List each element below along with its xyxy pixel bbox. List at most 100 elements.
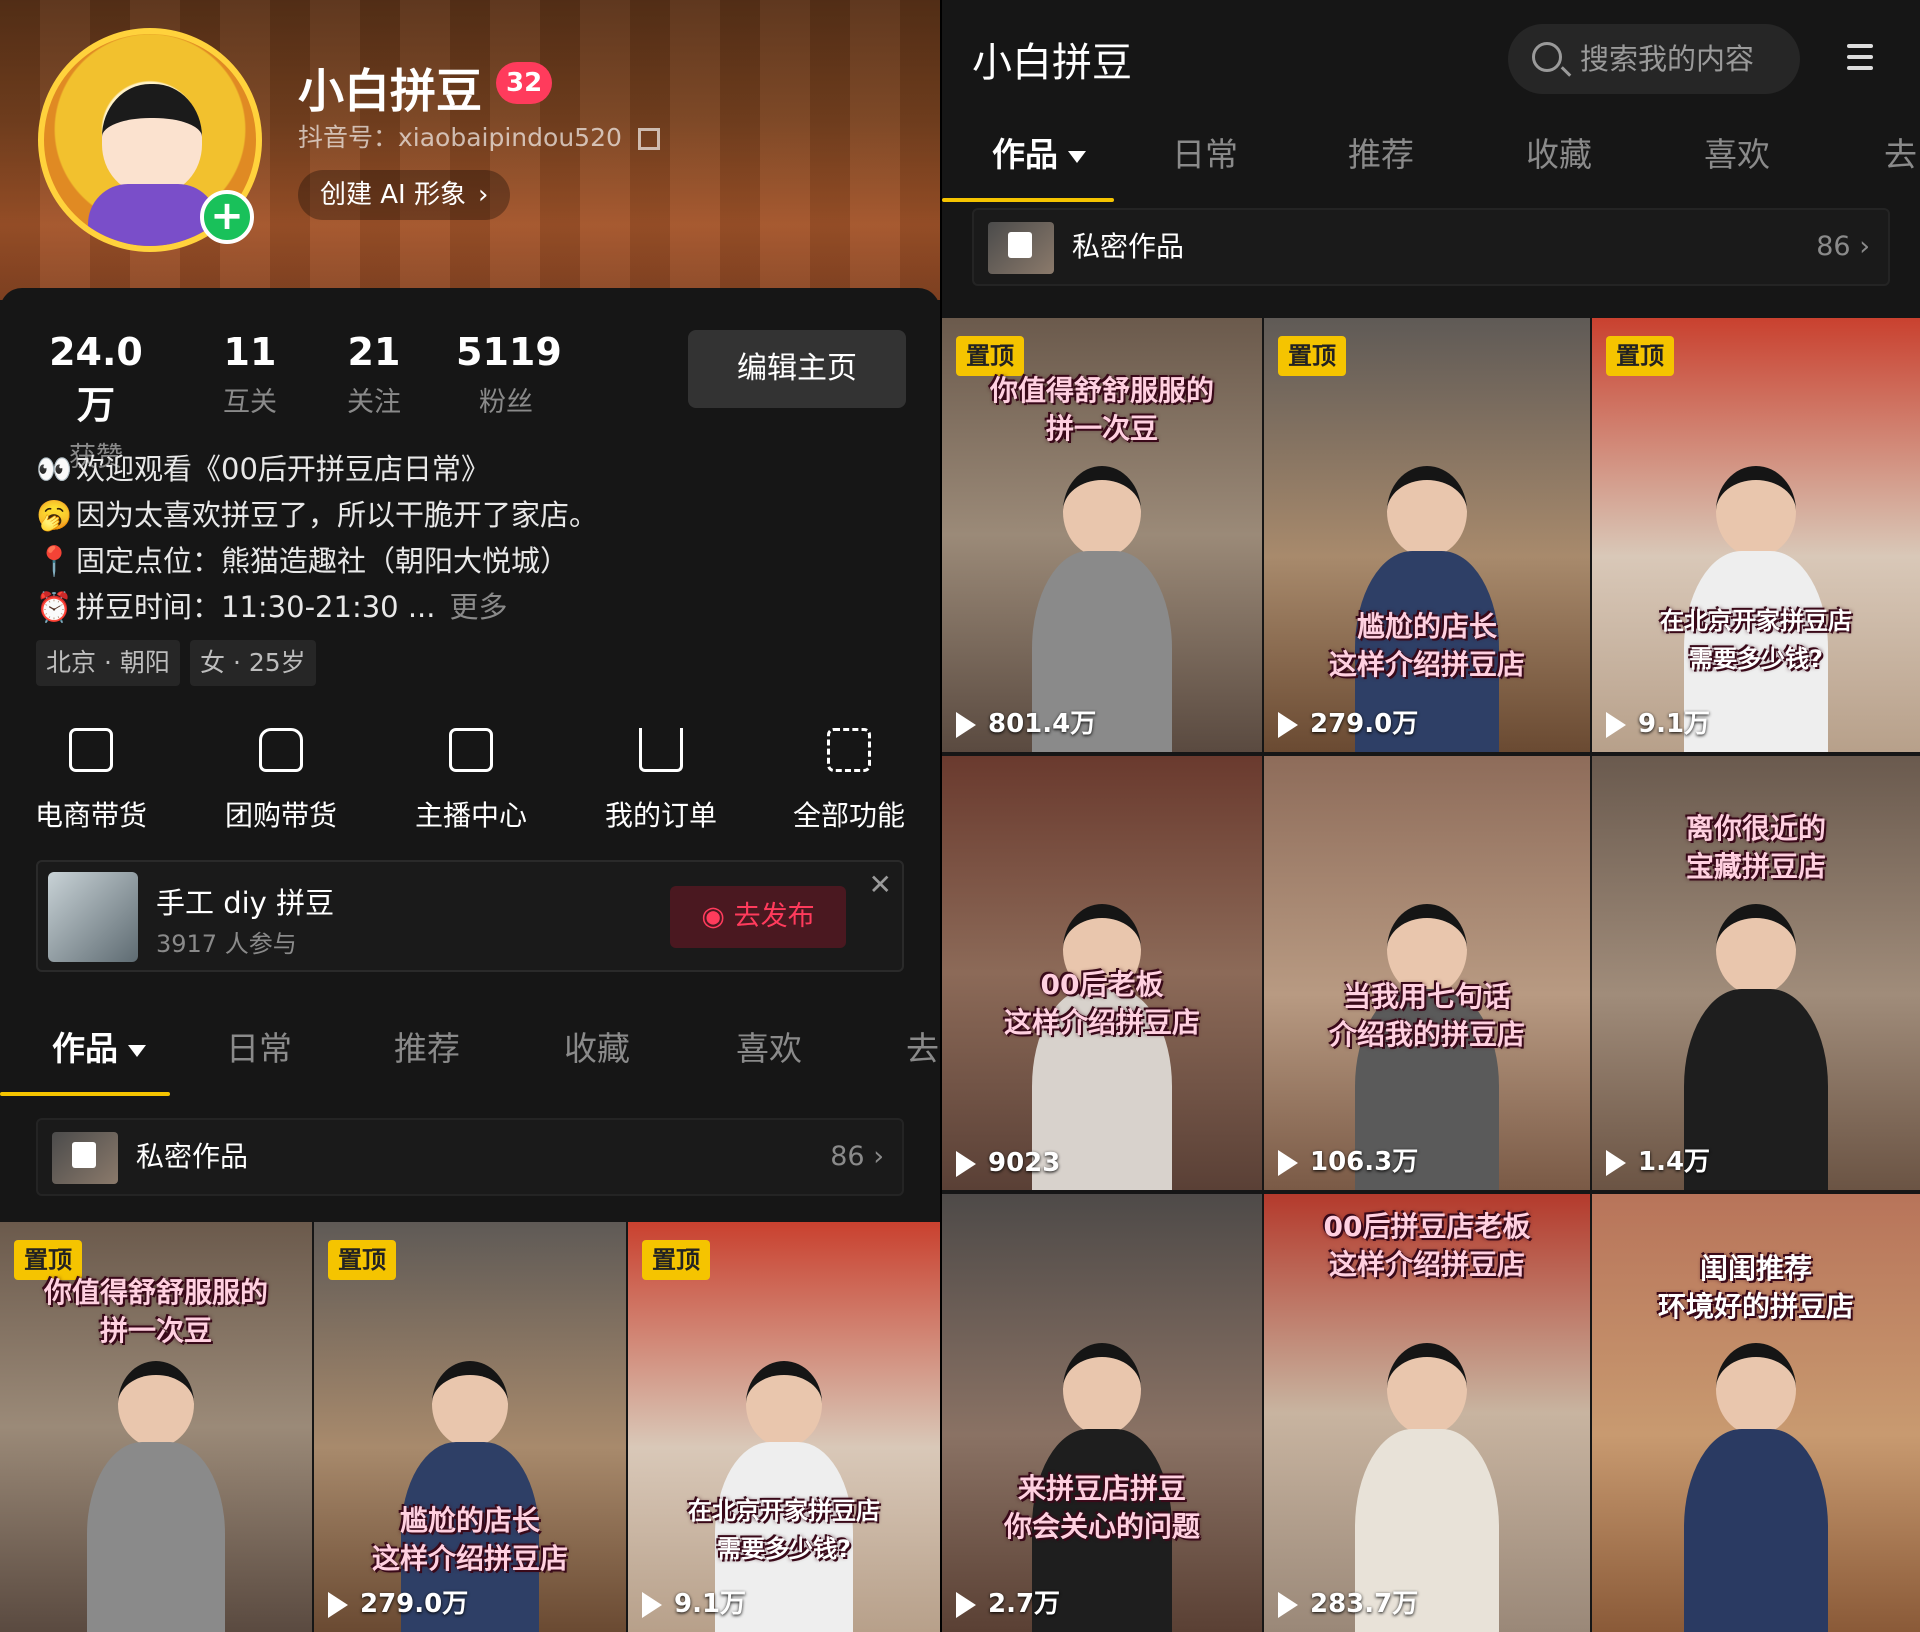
func-label: 团购带货 — [224, 799, 337, 832]
stat-value: 24.0万 — [49, 330, 143, 427]
video-caption: 闺闺推荐 环境好的拼豆店 — [1657, 1252, 1854, 1323]
tab-likes[interactable]: 喜欢 — [736, 1002, 802, 1096]
video-caption: 尴尬的店长 这样介绍拼豆店 — [371, 1504, 568, 1575]
func-label: 全部功能 — [792, 799, 905, 832]
video-thumbnail[interactable]: 置顶 你值得舒舒服服的 拼一次豆 — [0, 1222, 312, 1632]
play-icon — [1606, 1149, 1626, 1176]
bio-text: 欢迎观看《00后开拼豆店日常》 — [76, 452, 490, 486]
tab-more[interactable]: 去 — [906, 1002, 939, 1096]
private-works-count: 86 › — [1816, 231, 1870, 262]
avatar-shirt — [88, 184, 218, 246]
video-caption: 你值得舒舒服服的 拼一次豆 — [43, 1276, 268, 1347]
tab-favorites[interactable]: 收藏 — [1526, 108, 1592, 202]
video-thumbnail[interactable]: 置顶 你值得舒舒服服的 拼一次豆 801.4万 — [942, 318, 1262, 752]
eyes-icon: 👀 — [36, 452, 73, 486]
search-input[interactable]: 搜索我的内容 — [1508, 24, 1800, 94]
bio-line: 📍 固定点位：熊猫造趣社（朝阳大悦城） — [36, 538, 569, 580]
bio-line[interactable]: ⏰ 拼豆时间：11:30-21:30 ... 更多 — [36, 584, 508, 626]
video-caption: 00后老板 这样介绍拼豆店 — [1003, 968, 1200, 1039]
tab-likes[interactable]: 喜欢 — [1704, 108, 1770, 202]
create-ai-avatar-label: 创建 AI 形象 — [320, 180, 466, 210]
func-my-orders[interactable]: 我的订单 — [586, 728, 736, 834]
pinned-badge: 置顶 — [956, 336, 1024, 376]
stat-mutual[interactable]: 11 互关 — [200, 330, 300, 419]
promo-thumbnail — [48, 872, 138, 962]
douyin-id[interactable]: 抖音号：xiaobaipindou520 — [298, 118, 660, 154]
bio-line: 👀 欢迎观看《00后开拼豆店日常》 — [36, 446, 490, 488]
func-group-buy[interactable]: 团购带货 — [206, 728, 356, 834]
tab-recommend[interactable]: 推荐 — [1348, 108, 1414, 202]
tab-works[interactable]: 作品 — [992, 108, 1086, 202]
lock-icon — [72, 1142, 96, 1168]
private-works-label: 私密作品 — [136, 1140, 249, 1173]
video-thumbnail[interactable]: 当我用七句话 介绍我的拼豆店 106.3万 — [1264, 756, 1590, 1190]
chevron-right-icon: › — [477, 180, 489, 210]
video-person — [1683, 1342, 1829, 1632]
location-pin-icon: 📍 — [36, 544, 73, 578]
tab-label: 作品 — [992, 135, 1058, 174]
gender-age-tag: 女 · 25岁 — [190, 640, 316, 686]
tab-favorites[interactable]: 收藏 — [564, 1002, 630, 1096]
alarm-clock-icon: ⏰ — [36, 590, 73, 624]
tab-more[interactable]: 去 — [1884, 108, 1917, 202]
add-avatar-icon[interactable]: + — [200, 190, 254, 244]
private-works-row[interactable]: 私密作品 86 › — [972, 208, 1890, 286]
bio-text: 固定点位：熊猫造趣社（朝阳大悦城） — [76, 544, 570, 578]
video-thumbnail[interactable]: 来拼豆店拼豆 你会关心的问题 2.7万 — [942, 1194, 1262, 1632]
close-icon[interactable]: ✕ — [869, 868, 892, 901]
video-thumbnail[interactable]: 置顶 在北京开家拼豆店 需要多少钱? 9.1万 — [1592, 318, 1920, 752]
video-caption: 你值得舒舒服服的 拼一次豆 — [989, 374, 1214, 445]
tab-daily[interactable]: 日常 — [1172, 108, 1238, 202]
video-caption: 在北京开家拼豆店 需要多少钱? — [688, 1497, 880, 1563]
play-icon — [1278, 711, 1298, 738]
view-count: 9023 — [956, 1148, 1060, 1178]
func-all-features[interactable]: 全部功能 — [774, 728, 924, 834]
view-count: 283.7万 — [1278, 1583, 1418, 1620]
video-thumbnail[interactable]: 闺闺推荐 环境好的拼豆店 — [1592, 1194, 1920, 1632]
active-tab-indicator — [0, 1092, 170, 1096]
profile-screen-right: 小白拼豆 搜索我的内容 作品 日常 推荐 收藏 喜欢 去 私密作品 86 › 置… — [942, 0, 1920, 1632]
video-thumbnail[interactable]: 置顶 尴尬的店长 这样介绍拼豆店 279.0万 — [1264, 318, 1590, 752]
bio-more-link[interactable]: 更多 — [449, 590, 507, 624]
tab-recommend[interactable]: 推荐 — [394, 1002, 460, 1096]
bio-text: 因为太喜欢拼豆了，所以干脆开了家店。 — [76, 498, 599, 532]
topic-promo-card[interactable]: 手工 diy 拼豆 3917 人参与 ◉ 去发布 ✕ — [36, 860, 904, 972]
func-ecommerce[interactable]: 电商带货 — [16, 728, 166, 834]
stat-following[interactable]: 21 关注 — [324, 330, 424, 419]
play-icon — [956, 1150, 976, 1177]
video-caption: 尴尬的店长 这样介绍拼豆店 — [1328, 610, 1525, 681]
private-works-row[interactable]: 私密作品 86 › — [36, 1118, 904, 1196]
video-thumbnail[interactable]: 离你很近的 宝藏拼豆店 1.4万 — [1592, 756, 1920, 1190]
stat-value: 11 — [223, 330, 277, 374]
caret-down-icon — [128, 1044, 146, 1057]
private-works-count: 86 › — [830, 1141, 884, 1172]
pinned-badge: 置顶 — [1606, 336, 1674, 376]
pinned-badge: 置顶 — [1278, 336, 1346, 376]
video-thumbnail[interactable]: 00后老板 这样介绍拼豆店 9023 — [942, 756, 1262, 1190]
content-tabs: 作品 日常 推荐 收藏 喜欢 去 — [942, 108, 1920, 202]
stat-value: 21 — [347, 330, 401, 374]
active-tab-indicator — [942, 198, 1114, 202]
tab-works[interactable]: 作品 — [52, 1002, 146, 1096]
qr-code-icon[interactable] — [637, 128, 660, 150]
video-caption: 00后拼豆店老板 这样介绍拼豆店 — [1323, 1210, 1531, 1281]
cart-icon — [639, 728, 683, 772]
video-thumbnail[interactable]: 置顶 尴尬的店长 这样介绍拼豆店 279.0万 — [314, 1222, 626, 1632]
edit-profile-button[interactable]: 编辑主页 — [688, 330, 906, 408]
video-thumbnail[interactable]: 置顶 在北京开家拼豆店 需要多少钱? 9.1万 — [628, 1222, 940, 1632]
shopping-bag-icon — [69, 728, 113, 772]
video-person — [87, 1361, 225, 1632]
video-thumbnail[interactable]: 00后拼豆店老板 这样介绍拼豆店 283.7万 — [1264, 1194, 1590, 1632]
publish-button[interactable]: ◉ 去发布 — [670, 886, 846, 948]
tab-daily[interactable]: 日常 — [226, 1002, 292, 1096]
live-tv-icon — [449, 728, 493, 772]
func-creator-center[interactable]: 主播中心 — [396, 728, 546, 834]
publish-label: 去发布 — [733, 901, 815, 932]
func-label: 电商带货 — [34, 799, 147, 832]
play-icon — [956, 1591, 976, 1618]
menu-icon[interactable] — [1847, 44, 1873, 72]
bio-text: 拼豆时间：11:30-21:30 ... — [76, 590, 436, 624]
stat-followers[interactable]: 5119 粉丝 — [456, 330, 562, 419]
create-ai-avatar-button[interactable]: 创建 AI 形象 › — [298, 170, 511, 220]
promo-participants: 3917 人参与 — [156, 930, 297, 958]
